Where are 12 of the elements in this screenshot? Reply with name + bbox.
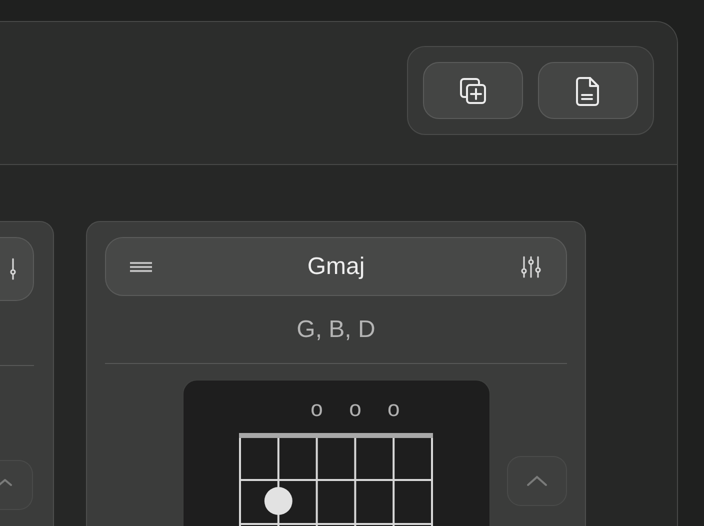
chevron-up-icon — [526, 475, 548, 487]
open-string-mark: o — [387, 396, 400, 421]
chord-name: Gmaj — [307, 252, 365, 282]
duplicate-button[interactable] — [423, 62, 523, 119]
document-icon — [574, 74, 602, 106]
sliders-icon — [520, 254, 542, 279]
slider-icon — [9, 257, 17, 281]
chord-notes: G, B, D — [296, 315, 376, 346]
menu-icon[interactable] — [130, 260, 152, 274]
open-string-mark: o — [310, 396, 323, 421]
open-string-mark: o — [349, 396, 362, 421]
document-button[interactable] — [538, 62, 638, 119]
